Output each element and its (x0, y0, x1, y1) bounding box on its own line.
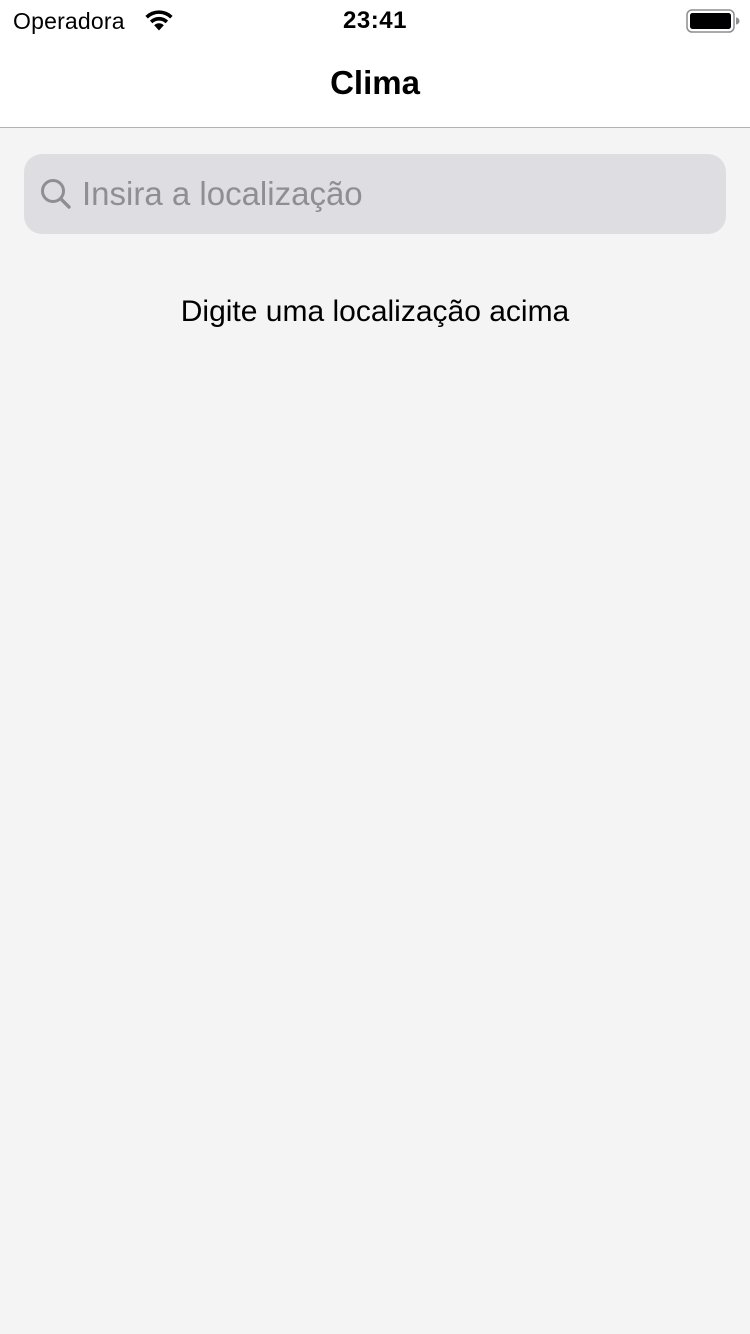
navigation-bar: Clima (0, 40, 750, 128)
search-bar[interactable] (24, 154, 726, 234)
battery-full-icon (686, 9, 740, 33)
page-title: Clima (330, 64, 420, 101)
search-input[interactable] (82, 154, 702, 234)
status-bar: Operadora 23:41 (0, 0, 750, 40)
clock: 23:41 (343, 7, 407, 34)
empty-state-message: Digite uma localização acima (180, 295, 570, 328)
search-icon (38, 176, 74, 212)
